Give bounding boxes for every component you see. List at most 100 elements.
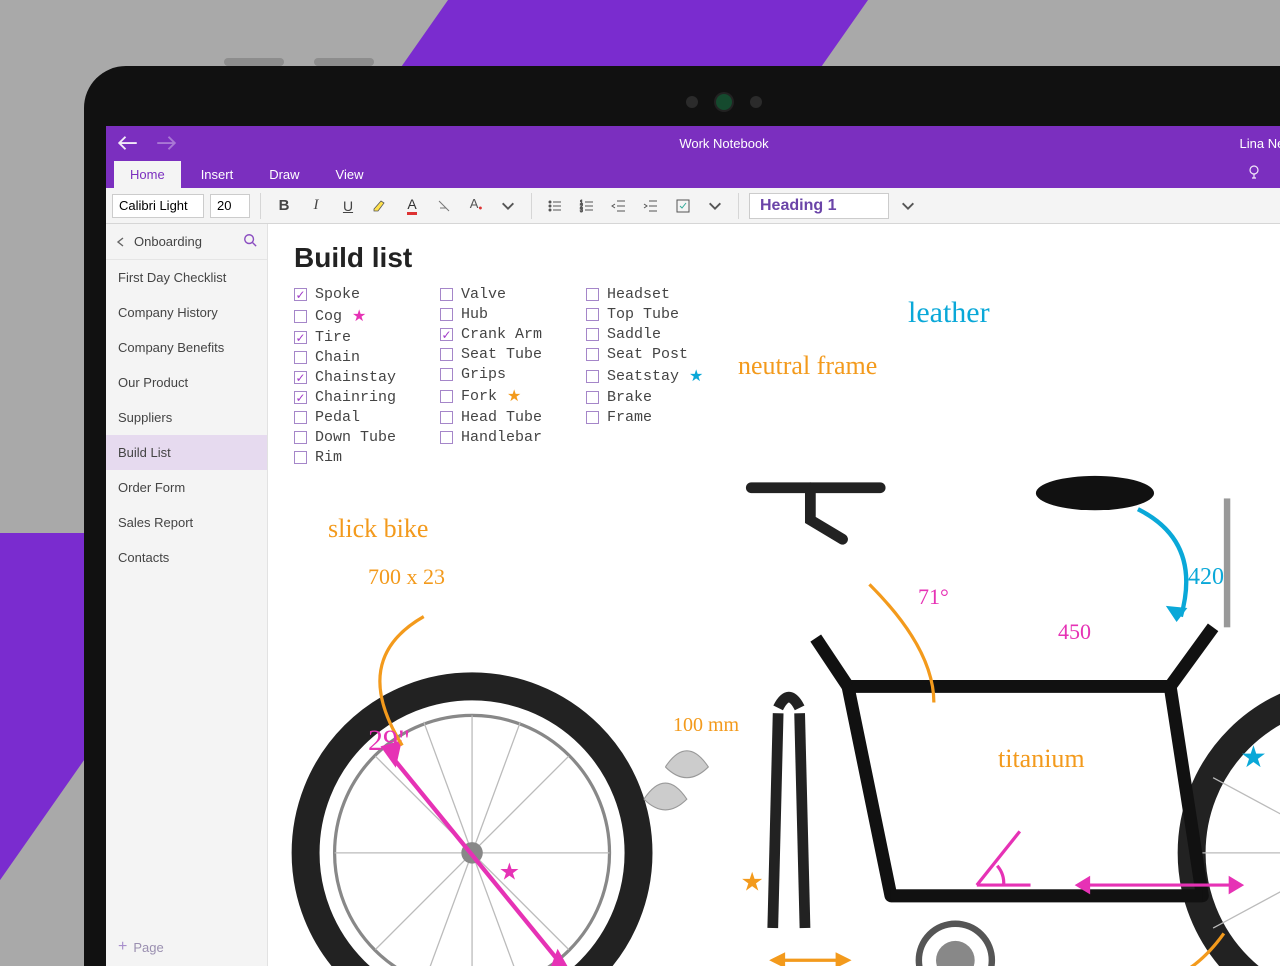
heading-style-selector[interactable]: Heading 1 <box>749 193 889 219</box>
page-title[interactable]: Build list <box>294 242 412 274</box>
svg-text:★: ★ <box>499 860 520 886</box>
checklist-label: Pedal <box>315 409 360 426</box>
checklist-item[interactable]: Grips <box>440 366 542 383</box>
sidebar-page-item[interactable]: First Day Checklist <box>106 260 267 295</box>
svg-text:★: ★ <box>1240 740 1267 774</box>
checkbox-icon[interactable] <box>586 328 599 341</box>
number-list-button[interactable]: 123 <box>574 193 600 219</box>
checkbox-icon[interactable] <box>586 370 599 383</box>
checklist-item[interactable]: Frame <box>586 409 703 426</box>
checkbox-icon[interactable] <box>586 288 599 301</box>
checkbox-icon[interactable] <box>440 348 453 361</box>
checkbox-icon[interactable] <box>294 371 307 384</box>
forward-button[interactable] <box>156 133 176 153</box>
note-canvas[interactable]: Build list Spoke Cog★ Tire Chain Chainstay Ch… <box>268 224 1280 966</box>
ribbon-tab-insert[interactable]: Insert <box>185 161 250 188</box>
font-color-button[interactable]: A <box>399 193 425 219</box>
chevron-left-icon <box>116 237 126 247</box>
checklist-item[interactable]: Chainring <box>294 389 396 406</box>
checklist-item[interactable]: Seat Tube <box>440 346 542 363</box>
checklist-item[interactable]: Seatstay★ <box>586 366 703 386</box>
checklist-item[interactable]: Headset <box>586 286 703 303</box>
checklist-item[interactable]: Saddle <box>586 326 703 343</box>
highlight-button[interactable] <box>367 193 393 219</box>
checklist-item[interactable]: Cog★ <box>294 306 396 326</box>
checkbox-icon[interactable] <box>586 411 599 424</box>
sidebar-page-item[interactable]: Sales Report <box>106 505 267 540</box>
checklist-item[interactable]: Pedal <box>294 409 396 426</box>
checkbox-icon[interactable] <box>440 328 453 341</box>
underline-button[interactable]: U <box>335 193 361 219</box>
ribbon-tab-home[interactable]: Home <box>114 161 181 188</box>
checklist-item[interactable]: Brake <box>586 389 703 406</box>
plus-icon: + <box>118 938 127 956</box>
device-volume-button <box>314 58 374 66</box>
checklist-item[interactable]: Chain <box>294 349 396 366</box>
bold-button[interactable]: B <box>271 193 297 219</box>
notebook-title[interactable]: Work Notebook <box>679 136 768 151</box>
checklist-label: Tire <box>315 329 351 346</box>
indent-button[interactable] <box>638 193 664 219</box>
checkbox-icon[interactable] <box>586 348 599 361</box>
tags-dropdown[interactable] <box>702 193 728 219</box>
user-name[interactable]: Lina Newman <box>1240 136 1280 151</box>
outdent-button[interactable] <box>606 193 632 219</box>
separator <box>738 193 739 219</box>
font-size-input[interactable] <box>210 194 250 218</box>
clear-formatting-button[interactable] <box>431 193 457 219</box>
checkbox-icon[interactable] <box>440 368 453 381</box>
sidebar-page-item[interactable]: Order Form <box>106 470 267 505</box>
sidebar-page-item[interactable]: Suppliers <box>106 400 267 435</box>
checkbox-icon[interactable] <box>294 411 307 424</box>
format-painter-button[interactable]: A• <box>463 193 489 219</box>
italic-button[interactable]: I <box>303 193 329 219</box>
checkbox-icon[interactable] <box>440 390 453 403</box>
checklist-label: Chainstay <box>315 369 396 386</box>
checklist-item[interactable]: Top Tube <box>586 306 703 323</box>
checkbox-icon[interactable] <box>294 288 307 301</box>
checkbox-icon[interactable] <box>586 391 599 404</box>
checklist-item[interactable]: Spoke <box>294 286 396 303</box>
checklist-label: Grips <box>461 366 506 383</box>
sidebar-page-item[interactable]: Contacts <box>106 540 267 575</box>
checklist-item[interactable]: Hub <box>440 306 542 323</box>
section-header[interactable]: Onboarding <box>106 224 267 260</box>
ribbon-tab-draw[interactable]: Draw <box>253 161 315 188</box>
checklist-label: Seatstay <box>607 368 679 385</box>
back-button[interactable] <box>118 133 138 153</box>
checkbox-icon[interactable] <box>586 308 599 321</box>
checklist-item[interactable]: Valve <box>440 286 542 303</box>
checklist-item[interactable]: Tire <box>294 329 396 346</box>
checklist-label: Spoke <box>315 286 360 303</box>
checklist-item[interactable]: Seat Post <box>586 346 703 363</box>
checkbox-icon[interactable] <box>440 288 453 301</box>
checklist-label: Saddle <box>607 326 661 343</box>
todo-tag-button[interactable] <box>670 193 696 219</box>
add-page-button[interactable]: + Page <box>106 928 267 966</box>
style-dropdown[interactable] <box>895 193 921 219</box>
tell-me-icon[interactable] <box>1246 164 1262 185</box>
sidebar-page-item[interactable]: Company History <box>106 295 267 330</box>
checklist-item[interactable]: Head Tube <box>440 409 542 426</box>
checkbox-icon[interactable] <box>294 331 307 344</box>
checkbox-icon[interactable] <box>294 310 307 323</box>
checkbox-icon[interactable] <box>440 411 453 424</box>
bullet-list-button[interactable] <box>542 193 568 219</box>
ribbon-tab-view[interactable]: View <box>320 161 380 188</box>
sidebar-page-item[interactable]: Our Product <box>106 365 267 400</box>
formatting-toolbar: B I U A A• 123 Heading 1 <box>106 188 1280 224</box>
search-icon[interactable] <box>243 233 257 250</box>
svg-text:★: ★ <box>741 867 764 896</box>
sidebar-page-item[interactable]: Company Benefits <box>106 330 267 365</box>
more-format-dropdown[interactable] <box>495 193 521 219</box>
font-family-input[interactable] <box>112 194 204 218</box>
checklist-item[interactable]: Chainstay <box>294 369 396 386</box>
checklist-item[interactable]: Fork★ <box>440 386 542 406</box>
checklist-item[interactable]: Crank Arm <box>440 326 542 343</box>
checkbox-icon[interactable] <box>294 391 307 404</box>
checkbox-icon[interactable] <box>440 308 453 321</box>
ribbon-tab-strip: Home Insert Draw View <box>106 160 1280 188</box>
checkbox-icon[interactable] <box>294 351 307 364</box>
sidebar-page-item[interactable]: Build List <box>106 435 267 470</box>
checklist-label: Head Tube <box>461 409 542 426</box>
